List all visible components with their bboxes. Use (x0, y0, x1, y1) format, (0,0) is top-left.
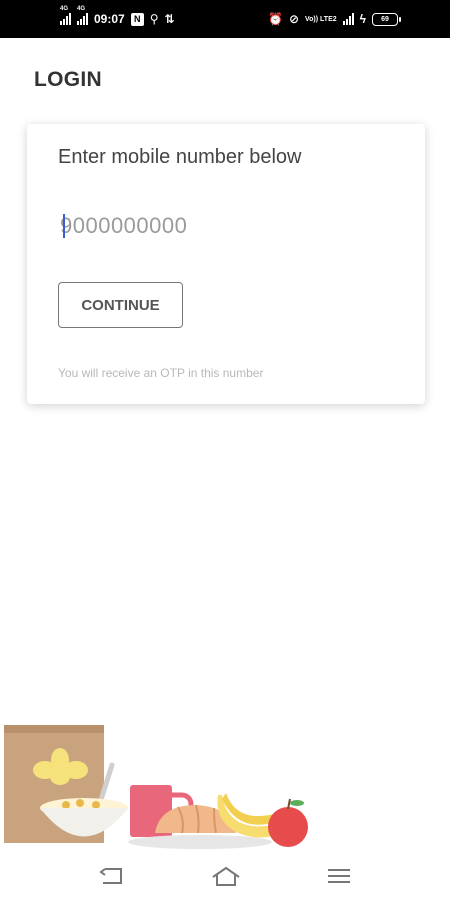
text-cursor (63, 214, 65, 238)
battery-icon: 69 (372, 12, 401, 26)
signal-icon-main (342, 13, 354, 25)
status-right-group: ⏰ ⊘ Vo)) LTE2 ϟ 69 (267, 12, 401, 26)
lte-indicator: Vo)) LTE2 (305, 15, 337, 23)
charging-icon: ϟ (359, 12, 366, 26)
data-transfer-icon: ⇅ (164, 12, 175, 26)
notification-badge-icon: N (130, 12, 144, 26)
continue-button[interactable]: CONTINUE (58, 282, 183, 328)
back-icon[interactable] (98, 865, 128, 887)
alarm-icon: ⏰ (267, 12, 283, 26)
status-bar: 4G 4G 09:07 N ⚲ ⇅ ⏰ ⊘ Vo)) LTE2 ϟ 69 (0, 0, 450, 38)
card-heading: Enter mobile number below (58, 146, 302, 168)
mute-icon: ⊘ (288, 12, 299, 26)
battery-level: 69 (381, 15, 389, 23)
mobile-number-input[interactable] (60, 210, 360, 242)
login-card: Enter mobile number below CONTINUE You w… (27, 124, 425, 404)
signal-icon-sim2: 4G (77, 6, 88, 25)
home-icon[interactable] (211, 865, 241, 887)
page-title: LOGIN (34, 68, 102, 91)
usb-icon: ⚲ (149, 12, 159, 26)
navigation-bar (0, 855, 450, 900)
menu-icon[interactable] (324, 865, 354, 887)
plate-icon (128, 835, 272, 849)
apple-icon (268, 798, 308, 847)
status-left-group: 4G 4G 09:07 N ⚲ ⇅ (60, 6, 175, 26)
otp-helper-text: You will receive an OTP in this number (58, 366, 264, 380)
login-screen: 4G 4G 09:07 N ⚲ ⇅ ⏰ ⊘ Vo)) LTE2 ϟ 69 LOG… (0, 0, 450, 900)
signal-icon-sim1: 4G (60, 6, 71, 25)
status-time: 09:07 (94, 12, 125, 26)
breakfast-illustration (4, 725, 308, 849)
